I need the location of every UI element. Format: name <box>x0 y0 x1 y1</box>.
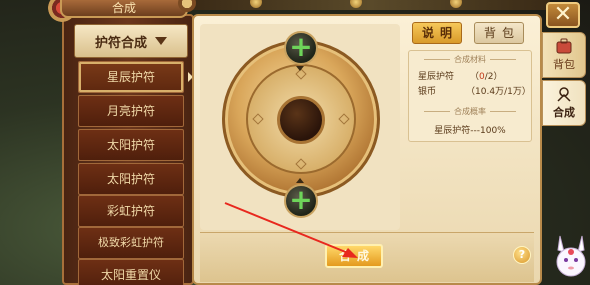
gem-icon <box>450 0 462 8</box>
help-icon[interactable]: ? <box>513 246 531 264</box>
probability-section-title: 合成概率 <box>408 106 532 117</box>
material-slot-top[interactable]: + <box>284 31 318 65</box>
mascot-icon <box>556 235 586 277</box>
material-slot-bottom[interactable]: + <box>284 184 318 218</box>
sidebar-item[interactable]: 太阳护符 <box>78 163 184 195</box>
tab-compose-label: 合成 <box>553 106 575 119</box>
bag-button[interactable]: 背包 <box>474 22 524 44</box>
probability-line: 星辰护符---100% <box>434 126 506 136</box>
chevron-down-icon <box>155 37 167 45</box>
window-title: 合成 <box>60 0 188 18</box>
material-count: （10.4万/1万） <box>466 87 531 97</box>
compose-icon <box>557 87 571 102</box>
sidebar-item[interactable]: 彩虹护符 <box>78 195 184 227</box>
gem-icon <box>350 0 362 8</box>
bag-icon <box>556 38 572 54</box>
gem-icon <box>250 0 262 8</box>
result-slot[interactable] <box>277 96 325 144</box>
category-dropdown-label: 护符合成 <box>94 35 147 51</box>
material-name: 银币 <box>418 87 437 97</box>
sidebar-item[interactable]: 极致彩虹护符 <box>78 227 184 259</box>
close-button[interactable]: ✕ <box>546 2 580 28</box>
tab-compose[interactable]: 合成 <box>542 80 586 126</box>
sidebar-item[interactable]: 月亮护符 <box>78 95 184 127</box>
arrow-down-icon <box>296 66 304 71</box>
arrow-up-icon <box>296 178 304 183</box>
sidebar-item[interactable]: 星辰护符 <box>78 61 184 93</box>
material-count: （0/2） <box>470 72 503 82</box>
top-decoration <box>190 0 550 10</box>
sidebar-item[interactable]: 太阳重置仪 <box>78 259 184 285</box>
plus-icon: + <box>289 29 313 63</box>
tab-bag[interactable]: 背包 <box>542 32 586 78</box>
material-name: 星辰护符 <box>418 72 455 82</box>
materials-section-title: 合成材料 <box>408 54 532 65</box>
sidebar-item[interactable]: 太阳护符 <box>78 129 184 161</box>
close-icon: ✕ <box>553 2 573 27</box>
compose-button[interactable]: 合成 <box>325 244 383 268</box>
description-button[interactable]: 说明 <box>412 22 462 44</box>
category-dropdown[interactable]: 护符合成 <box>74 24 188 58</box>
tab-bag-label: 背包 <box>553 58 575 71</box>
plus-icon: + <box>289 182 313 216</box>
